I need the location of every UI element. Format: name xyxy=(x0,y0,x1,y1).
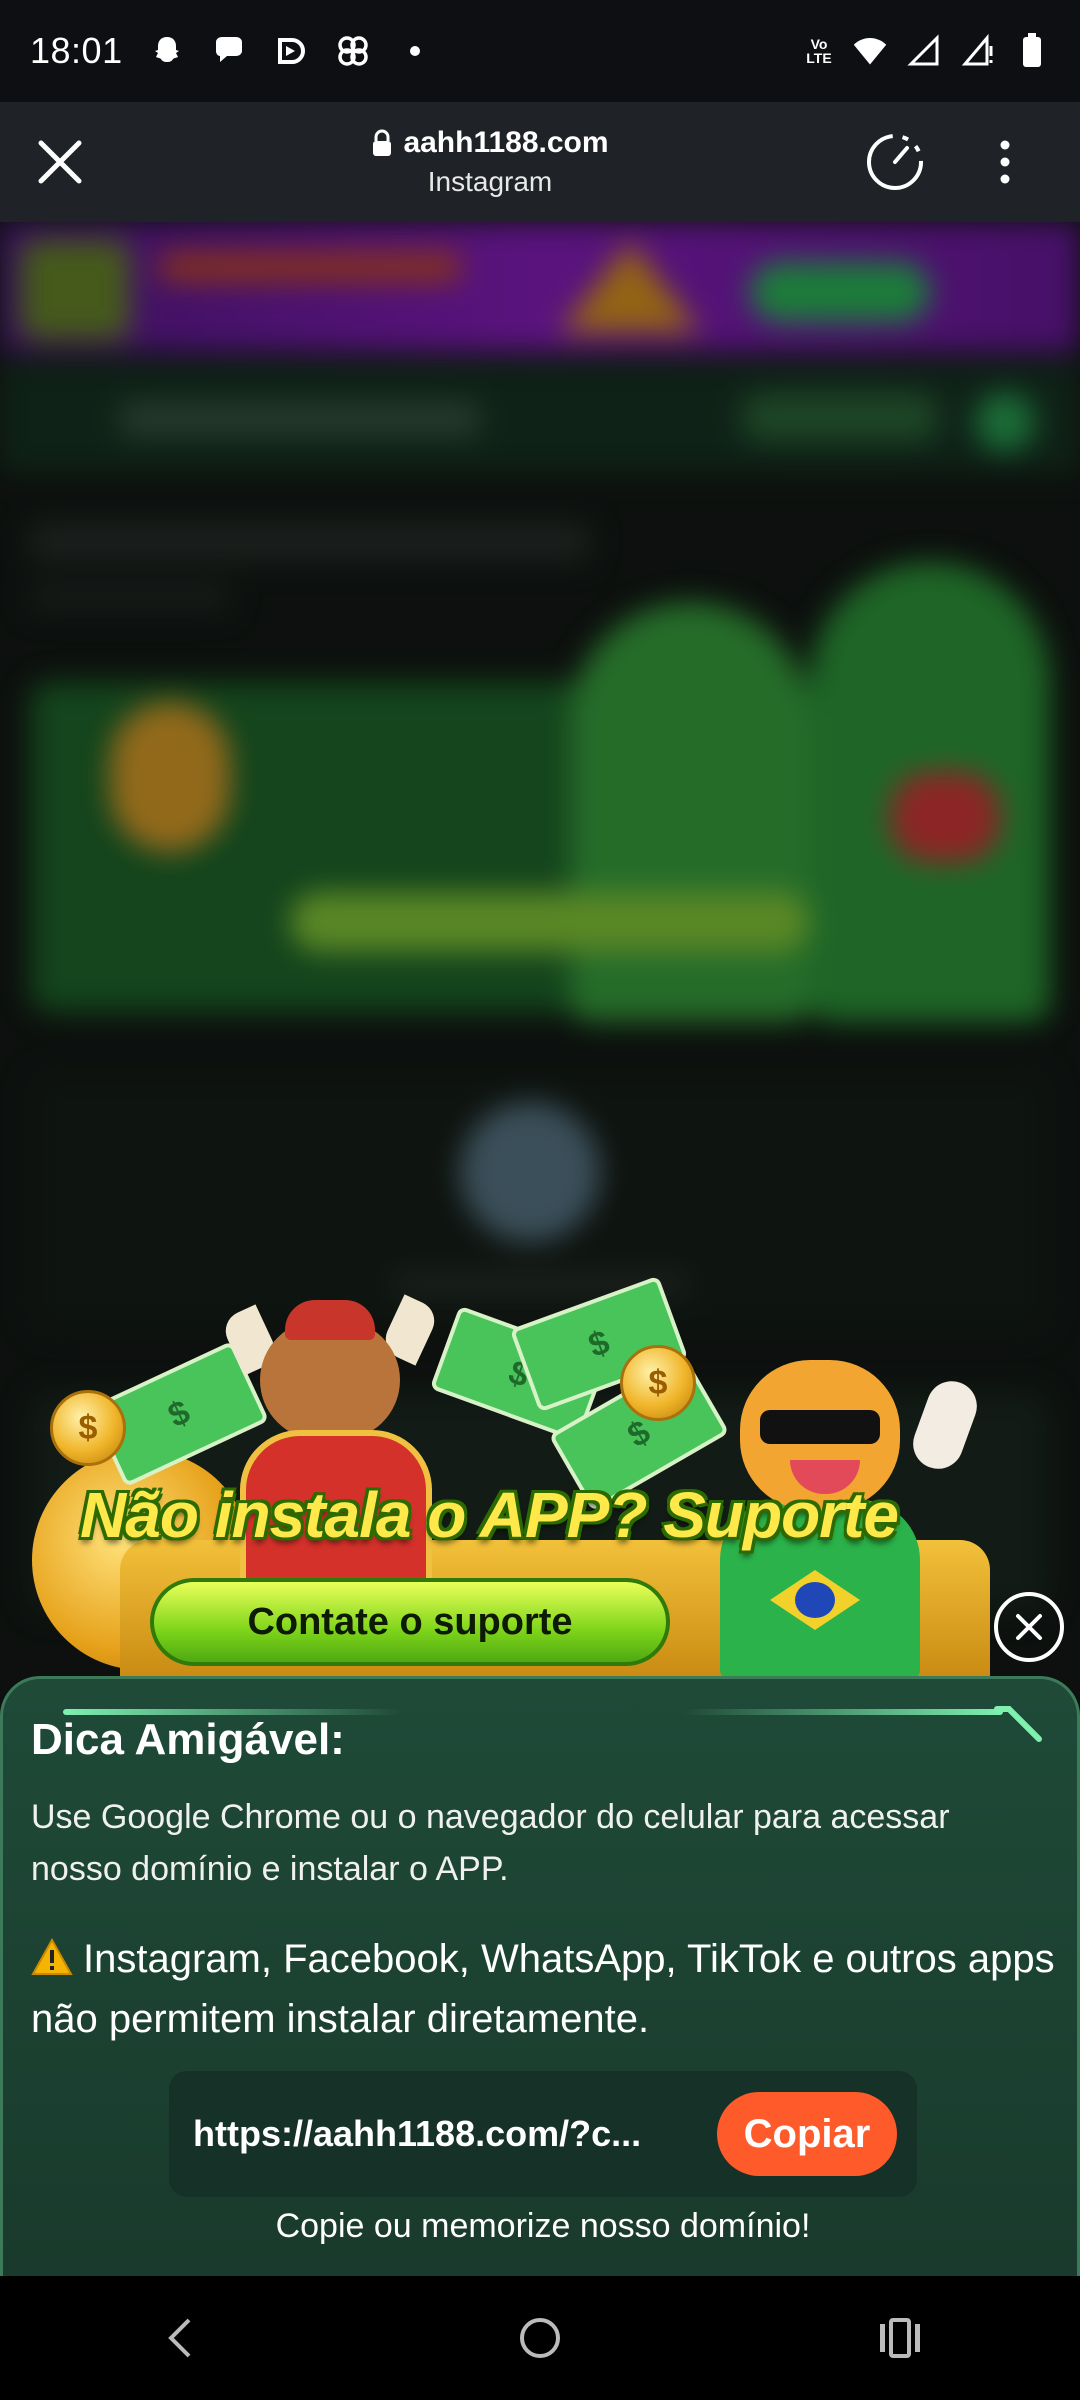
snapchat-icon xyxy=(149,33,185,69)
copy-button[interactable]: Copiar xyxy=(717,2092,897,2176)
sheet-footer-text: Copie ou memorize nosso domínio! xyxy=(275,2207,811,2245)
status-bar: 18:01 Vo LTE xyxy=(0,0,1080,102)
sheet-description: Use Google Chrome ou o navegador do celu… xyxy=(31,1798,950,1888)
pinwheel-icon xyxy=(335,33,371,69)
signal-x-icon xyxy=(960,33,996,69)
install-support-banner[interactable]: $ $ $ $ $ $ Não instala o APP? Suporte C… xyxy=(20,1275,1000,1680)
dollar-coin-icon: $ xyxy=(50,1390,126,1466)
home-circle-icon xyxy=(520,2318,560,2358)
warning-icon xyxy=(31,1938,73,1975)
status-time: 18:01 xyxy=(30,30,123,71)
back-button[interactable] xyxy=(120,2288,240,2388)
lock-icon xyxy=(373,129,392,156)
close-browser-button[interactable] xyxy=(0,102,120,222)
media-icon xyxy=(273,33,309,69)
dot-icon xyxy=(397,33,433,69)
speed-button[interactable] xyxy=(860,127,930,197)
banner-headline: Não instala o APP? Suporte xyxy=(80,1479,899,1551)
recents-button[interactable] xyxy=(840,2288,960,2388)
close-icon xyxy=(38,140,82,184)
warning-text: Instagram, Facebook, WhatsApp, TikTok e … xyxy=(31,1937,1055,2041)
wifi-icon xyxy=(852,33,888,69)
speedometer-icon xyxy=(867,134,923,190)
domain-url-text[interactable]: https://aahh1188.com/?c... xyxy=(193,2113,699,2155)
volte-label: Vo LTE xyxy=(806,36,832,66)
browser-domain[interactable]: aahh1188.com xyxy=(403,126,608,159)
browser-subtitle: Instagram xyxy=(427,166,553,198)
friendly-tip-sheet: Dica Amigável: Use Google Chrome ou o na… xyxy=(0,1676,1080,2276)
decorative-line xyxy=(683,1709,1003,1715)
battery-icon xyxy=(1014,33,1050,69)
recents-icon xyxy=(880,2318,920,2358)
close-icon xyxy=(1016,1614,1042,1640)
chat-bubble-icon xyxy=(211,33,247,69)
decorative-corner xyxy=(994,1706,1042,1742)
system-navigation-bar xyxy=(0,2276,1080,2400)
more-vert-icon xyxy=(1000,140,1010,184)
browser-toolbar: aahh1188.com Instagram xyxy=(0,102,1080,222)
back-chevron-icon xyxy=(168,2318,191,2358)
sheet-title: Dica Amigável: xyxy=(31,1715,345,1764)
close-banner-button[interactable] xyxy=(994,1592,1064,1662)
contact-support-button[interactable]: Contate o suporte xyxy=(150,1578,670,1666)
dollar-coin-icon: $ xyxy=(620,1345,696,1421)
domain-url-box: https://aahh1188.com/?c... Copiar xyxy=(169,2071,917,2197)
home-button[interactable] xyxy=(480,2288,600,2388)
warning-message: Instagram, Facebook, WhatsApp, TikTok e … xyxy=(31,1929,1061,2049)
signal-icon xyxy=(906,33,942,69)
more-options-button[interactable] xyxy=(970,127,1040,197)
